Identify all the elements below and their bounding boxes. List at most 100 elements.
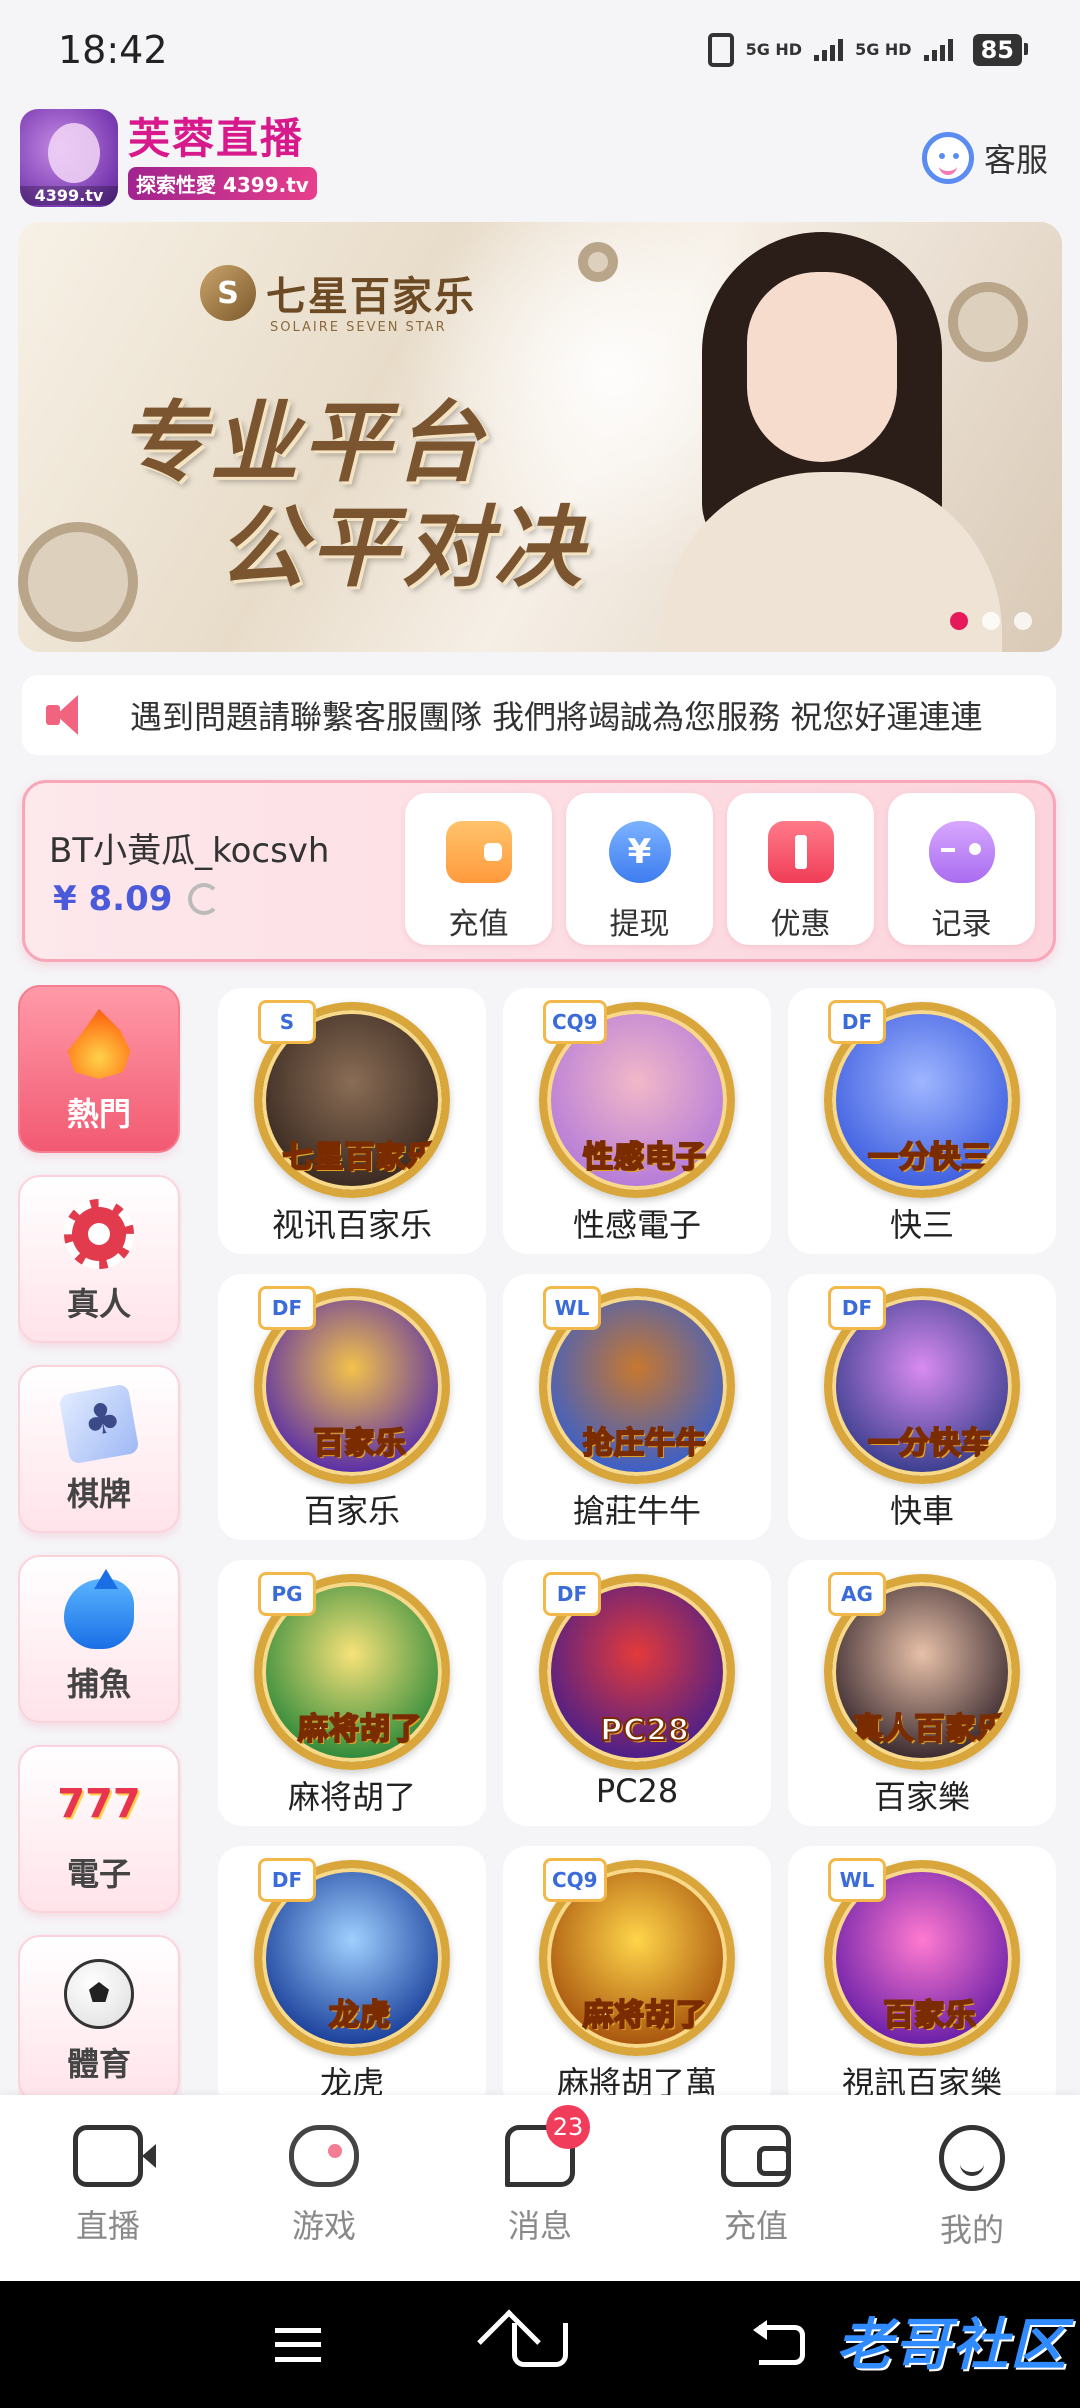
game-art-title: 百家乐 [313, 1425, 407, 1462]
withdraw-label: 提现 [609, 907, 670, 942]
game-label: 快車 [889, 1492, 954, 1530]
promo-button[interactable]: 优惠 [727, 793, 874, 945]
game-card[interactable]: WL 百家乐 視訊百家樂 [788, 1846, 1056, 2098]
provider-badge: DF [828, 1286, 886, 1330]
username: BT小黃瓜_kocsvh [49, 831, 330, 871]
carousel-dot[interactable] [982, 612, 1000, 630]
customer-service-button[interactable]: 客服 [921, 131, 1048, 184]
game-art-title: 真人百家乐 [852, 1711, 1008, 1748]
provider-badge: DF [543, 1572, 601, 1616]
sidebar-item-slots[interactable]: 777 電子 [18, 1745, 180, 1913]
sidebar-item-label: 體育 [66, 2045, 131, 2083]
provider-badge: DF [828, 1000, 886, 1044]
game-label: 麻將胡了萬 [556, 2064, 717, 2098]
records-label: 记录 [931, 907, 992, 942]
game-card[interactable]: DF 一分快三快三 [788, 988, 1056, 1254]
game-card[interactable]: CQ9 麻将胡了 麻將胡了萬 [503, 1846, 771, 2098]
customer-service-label: 客服 [983, 140, 1048, 179]
game-art-title: 龙虎 [328, 1997, 391, 2034]
game-card[interactable]: S 七星百家乐 视讯百家乐 [218, 988, 486, 1254]
carousel-dots[interactable] [950, 612, 1032, 630]
watermark: 老哥社区 [836, 2313, 1068, 2378]
provider-badge: WL [543, 1286, 601, 1330]
provider-badge: AG [828, 1572, 886, 1616]
notice-bar: 遇到問題請聯繫客服團隊 我們將竭誠為您服務 祝您好運連連 [22, 675, 1056, 755]
nav-label: 充值 [723, 2207, 788, 2245]
game-grid: S 七星百家乐 视讯百家乐 CQ9 性感电子 性感電子 DF 一分快三 快三 DF 百家乐 百家乐 WL… [218, 988, 1058, 2098]
provider-badge: DF [258, 1858, 316, 1902]
sidebar-item-sports[interactable]: 體育 [18, 1935, 180, 2095]
signal-icon [923, 39, 953, 61]
balance: ¥ 8.09 [53, 879, 221, 919]
game-label: 快三 [889, 1206, 954, 1244]
game-card[interactable]: DF 一分快车快車 [788, 1274, 1056, 1540]
fire-icon [67, 1009, 131, 1079]
status-time: 18:42 [58, 28, 168, 72]
bottom-nav: 直播 游戏 23 消息 充值 我的 [0, 2095, 1080, 2281]
provider-badge: S [258, 1000, 316, 1044]
promo-banner[interactable]: S 七星百家乐 SOLAIRE SEVEN STAR 专业平台 公平对决 [18, 222, 1062, 652]
brand-tag: 探索性愛 4399.tv [128, 167, 317, 200]
menu-icon[interactable] [275, 2327, 322, 2362]
app-header: 4399.tv 芙蓉直播 探索性愛 4399.tv 客服 [0, 100, 1080, 215]
nav-live[interactable]: 直播 [18, 2125, 198, 2247]
wallet-icon [445, 821, 512, 883]
game-card[interactable]: DF 龙虎 龙虎 [218, 1846, 486, 2098]
game-card[interactable]: WL 抢庄牛牛 搶莊牛牛 [503, 1274, 771, 1540]
recharge-button[interactable]: 充值 [405, 793, 552, 945]
chip-icon [64, 1199, 134, 1269]
cards-icon [58, 1383, 140, 1465]
game-label: 性感電子 [572, 1206, 701, 1244]
vibrate-icon [707, 33, 734, 67]
refresh-icon[interactable] [188, 883, 221, 915]
provider-badge: WL [828, 1858, 886, 1902]
game-art-title: 一分快车 [867, 1425, 992, 1462]
sidebar-item-fishing[interactable]: 捕魚 [18, 1555, 180, 1723]
brand-name: 芙蓉直播 [128, 114, 305, 163]
chip-decoration [18, 522, 138, 642]
balance-value: ¥ 8.09 [53, 879, 173, 919]
game-card[interactable]: PG 麻将胡了 麻将胡了 [218, 1560, 486, 1826]
nav-profile[interactable]: 我的 [882, 2125, 1062, 2251]
sidebar-item-cards[interactable]: 棋牌 [18, 1365, 180, 1533]
headset-icon [921, 131, 974, 184]
game-card[interactable]: AG 真人百家乐 百家樂 [788, 1560, 1056, 1826]
game-art-title: 麻将胡了 [582, 1997, 707, 2034]
banner-model-image [642, 222, 1022, 652]
yen-icon: ¥ [608, 821, 671, 883]
sidebar-item-label: 真人 [66, 1285, 131, 1323]
game-label: 搶莊牛牛 [572, 1492, 701, 1530]
banner-logo: S 七星百家乐 SOLAIRE SEVEN STAR [200, 264, 476, 335]
sidebar-item-label: 熱門 [66, 1095, 131, 1133]
back-icon[interactable] [752, 2319, 805, 2365]
carousel-dot[interactable] [1014, 612, 1032, 630]
promo-label: 优惠 [770, 907, 831, 942]
home-icon[interactable] [511, 2322, 568, 2367]
game-art-title: 性感电子 [582, 1139, 707, 1176]
speaker-icon [46, 695, 90, 735]
game-label: 百家乐 [303, 1492, 400, 1530]
game-art-title: 百家乐 [883, 1997, 977, 2034]
sidebar-item-live[interactable]: 真人 [18, 1175, 180, 1343]
network-label-1: 5G HD [745, 40, 803, 59]
nav-games[interactable]: 游戏 [234, 2125, 414, 2247]
withdraw-button[interactable]: ¥ 提现 [566, 793, 713, 945]
chip-decoration [578, 242, 618, 282]
game-card[interactable]: DF 百家乐 百家乐 [218, 1274, 486, 1540]
shark-icon [64, 1569, 134, 1649]
slot-777-icon: 777 [57, 1781, 141, 1827]
battery-icon: 85 [972, 34, 1029, 66]
game-art-title: 一分快三 [867, 1139, 992, 1176]
sidebar-item-hot[interactable]: 熱門 [18, 985, 180, 1153]
nav-messages[interactable]: 23 消息 [450, 2105, 630, 2247]
nav-recharge[interactable]: 充值 [666, 2125, 846, 2247]
carousel-dot[interactable] [950, 612, 968, 630]
game-card[interactable]: CQ9 性感电子 性感電子 [503, 988, 771, 1254]
sidebar-item-label: 棋牌 [66, 1475, 131, 1513]
nav-label: 我的 [939, 2211, 1004, 2249]
game-card[interactable]: DF PC28 PC28 [503, 1560, 771, 1826]
records-button[interactable]: 记录 [888, 793, 1035, 945]
gamepad-icon [289, 2125, 359, 2187]
nav-label: 消息 [507, 2207, 572, 2245]
network-label-2: 5G HD [855, 40, 912, 59]
